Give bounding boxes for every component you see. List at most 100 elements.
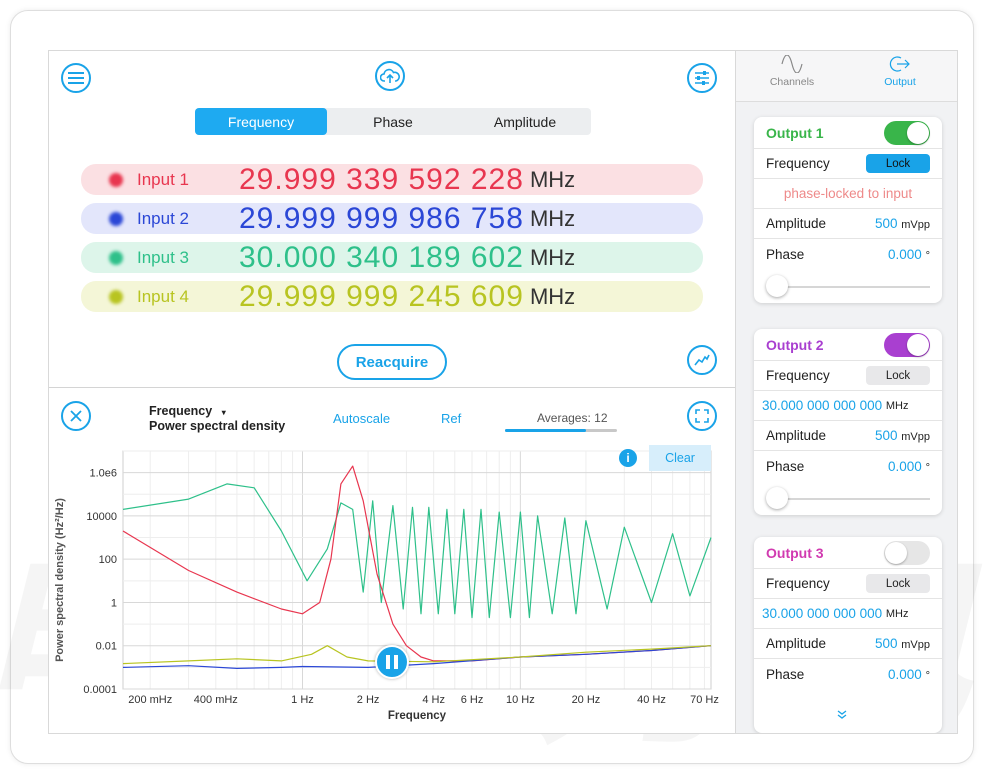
tab-amplitude[interactable]: Amplitude xyxy=(459,108,591,135)
amplitude-unit: mVpp xyxy=(901,219,930,231)
tab-output[interactable]: Output xyxy=(860,55,940,88)
frequency-unit: MHz xyxy=(529,244,576,270)
sliders-icon xyxy=(695,71,709,85)
input-row[interactable]: Input 4 29.999 999 245 609 MHz xyxy=(81,279,703,313)
phase-value[interactable]: 0.000 ° xyxy=(888,459,930,474)
tab-channels[interactable]: Channels xyxy=(752,54,832,88)
psd-chart[interactable]: 200 mHz 400 mHz 1 Hz 2 Hz 4 Hz 6 Hz 10 Hz 20 Hz… xyxy=(49,443,735,733)
channel-dot-icon xyxy=(109,211,123,226)
averages-label: Averages: 12 xyxy=(537,411,608,425)
phase-label: Phase xyxy=(766,666,805,682)
output-title-row: Output 3 xyxy=(754,537,942,569)
plot-mode-label: Frequency xyxy=(149,404,213,418)
amplitude-value[interactable]: 500 mVpp xyxy=(875,428,930,443)
output-title-row: Output 1 xyxy=(754,117,942,149)
lock-label: Lock xyxy=(885,157,911,170)
ref-button[interactable]: Ref xyxy=(441,411,461,426)
tab-frequency[interactable]: Frequency xyxy=(195,108,327,135)
amplitude-label: Amplitude xyxy=(766,428,827,443)
slider-knob[interactable] xyxy=(766,487,788,509)
frequency-label: Frequency xyxy=(766,156,830,171)
menu-button[interactable] xyxy=(61,63,91,93)
output-toggle[interactable] xyxy=(884,541,930,565)
phase-unit: ° xyxy=(925,669,930,682)
amplitude-number: 500 xyxy=(874,428,898,443)
trend-button[interactable] xyxy=(687,345,717,375)
slider-knob[interactable] xyxy=(766,275,788,297)
menu-icon xyxy=(68,72,84,84)
slider-track xyxy=(780,286,930,288)
frequency-value: 30.000 000 000 000 xyxy=(762,398,883,413)
reacquire-button[interactable]: Reacquire xyxy=(337,344,447,380)
tab-phase[interactable]: Phase xyxy=(327,108,459,135)
y-tick-label: 0.0001 xyxy=(83,684,117,696)
frequency-label: Frequency xyxy=(766,368,830,383)
output-toggle[interactable] xyxy=(884,333,930,357)
frequency-value: 29.999 999 245 609 xyxy=(239,279,524,313)
toggle-knob xyxy=(907,122,929,144)
chevron-double-down-icon xyxy=(837,710,847,719)
upload-button[interactable] xyxy=(375,61,405,91)
toggle-knob xyxy=(885,542,907,564)
pause-button[interactable] xyxy=(375,645,409,679)
plot-mode-dropdown[interactable]: Frequency ▾ xyxy=(149,404,226,418)
output-toggle[interactable] xyxy=(884,121,930,145)
slider-track xyxy=(780,498,930,500)
frequency-status: phase-locked to input xyxy=(783,186,913,201)
x-tick-label: 400 mHz xyxy=(194,694,238,706)
phase-slider[interactable] xyxy=(754,481,942,515)
frequency-unit: MHz xyxy=(529,166,576,192)
amplitude-label: Amplitude xyxy=(766,216,827,231)
input-row[interactable]: Input 3 30.000 340 189 602 MHz xyxy=(81,240,703,274)
y-axis-label: Power spectral density (Hz²/Hz) xyxy=(54,498,66,662)
input-row[interactable]: Input 2 29.999 999 986 758 MHz xyxy=(81,202,703,235)
frequency-value-row[interactable]: 30.000 000 000 000 MHz xyxy=(754,391,942,421)
lock-button[interactable]: Lock xyxy=(866,574,930,593)
output-title-row: Output 2 xyxy=(754,329,942,361)
sidebar: Channels Output Output 1 Frequency Lock pha… xyxy=(735,51,957,733)
amplitude-label: Amplitude xyxy=(766,636,827,651)
output-card: Output 1 Frequency Lock phase-locked to inp… xyxy=(754,117,942,303)
input-label: Input 2 xyxy=(137,208,189,228)
phase-unit: ° xyxy=(925,461,930,474)
phase-value[interactable]: 0.000 ° xyxy=(888,247,930,262)
amplitude-value[interactable]: 500 mVpp xyxy=(875,216,930,231)
pause-icon xyxy=(386,655,398,669)
channel-dot-icon xyxy=(109,172,123,187)
autoscale-button[interactable]: Autoscale xyxy=(333,411,390,426)
lock-label: Lock xyxy=(885,577,911,590)
plot-submode-label: Power spectral density xyxy=(149,419,286,433)
amplitude-value[interactable]: 500 mVpp xyxy=(875,636,930,651)
lock-button[interactable]: Lock xyxy=(866,154,930,173)
settings-button[interactable] xyxy=(687,63,717,93)
y-tick-label: 1 xyxy=(111,597,117,609)
frequency-value: 30.000 000 000 000 xyxy=(762,606,883,621)
scroll-more-button[interactable] xyxy=(836,709,848,723)
cloud-upload-icon xyxy=(380,68,400,83)
frequency-value-row[interactable]: 30.000 000 000 000 MHz xyxy=(754,599,942,629)
phase-unit: ° xyxy=(925,249,930,262)
toggle-knob xyxy=(907,334,929,356)
frequency-value: 30.000 340 189 602 xyxy=(239,240,524,274)
frequency-status-row: phase-locked to input xyxy=(754,179,942,209)
frequency-row: Frequency Lock xyxy=(754,361,942,391)
close-plot-button[interactable] xyxy=(61,401,91,431)
info-button[interactable]: i xyxy=(619,449,637,467)
phase-value[interactable]: 0.000 ° xyxy=(888,667,930,682)
clear-button[interactable]: Clear xyxy=(649,445,711,471)
tab-output-label: Output xyxy=(884,76,916,88)
channel-dot-icon xyxy=(109,250,123,265)
section-divider xyxy=(49,387,735,388)
input-row[interactable]: Input 1 29.999 339 592 228 MHz xyxy=(81,163,703,196)
x-axis-label: Frequency xyxy=(388,710,447,722)
sidebar-tabbar: Channels Output xyxy=(736,51,957,102)
lock-button[interactable]: Lock xyxy=(866,366,930,385)
phase-slider[interactable] xyxy=(754,269,942,303)
frequency-row: Frequency Lock xyxy=(754,149,942,179)
phase-label: Phase xyxy=(766,246,805,262)
expand-plot-button[interactable] xyxy=(687,401,717,431)
info-icon: i xyxy=(626,451,630,465)
amplitude-unit: mVpp xyxy=(901,431,930,443)
averages-slider[interactable] xyxy=(505,429,617,432)
x-tick-label: 20 Hz xyxy=(572,694,601,706)
